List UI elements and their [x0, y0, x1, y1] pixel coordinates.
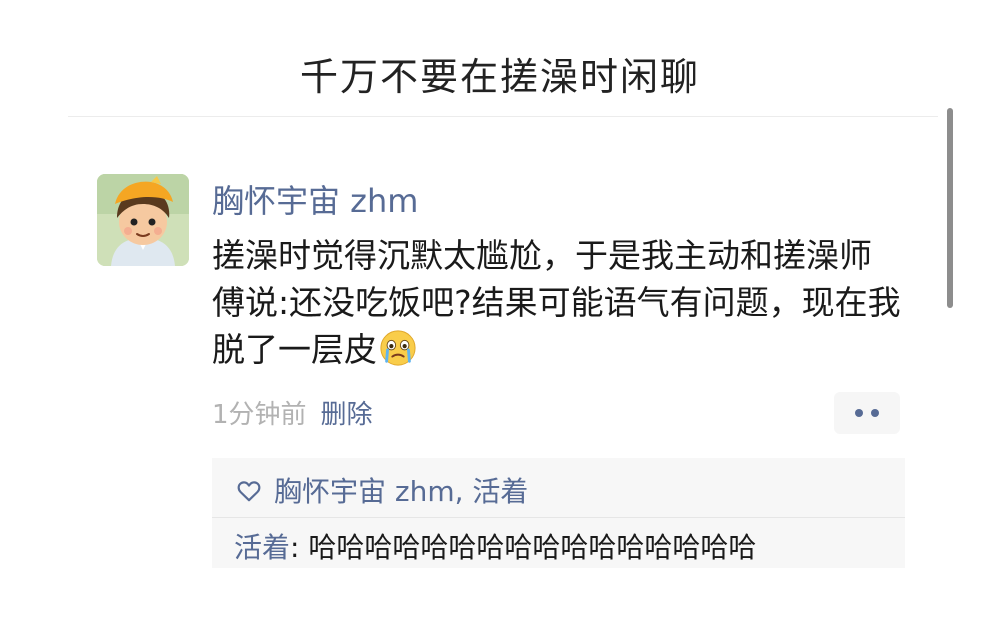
likes-names[interactable]: 胸怀宇宙 zhm, 活着 [274, 475, 528, 508]
avatar-illustration-icon [97, 174, 189, 266]
post-text: 搓澡时觉得沉默太尴尬，于是我主动和搓澡师傅说:还没吃饭吧?结果可能语气有问题，现… [212, 236, 901, 369]
scrollbar[interactable] [947, 108, 953, 308]
comment-item[interactable]: 活着: 哈哈哈哈哈哈哈哈哈哈哈哈哈哈哈哈 [234, 526, 756, 566]
comment-author[interactable]: 活着 [234, 531, 290, 564]
post-meta: 1分钟前 删除 [212, 394, 373, 431]
comments-divider [212, 517, 905, 518]
post-author-name[interactable]: 胸怀宇宙 zhm [212, 176, 418, 222]
avatar[interactable] [97, 174, 189, 266]
post-time: 1分钟前 [212, 400, 307, 430]
comment-text: 哈哈哈哈哈哈哈哈哈哈哈哈哈哈哈哈 [308, 531, 757, 564]
comment-separator: : [290, 531, 309, 564]
delete-link[interactable]: 删除 [321, 400, 373, 430]
crying-face-icon [380, 330, 416, 366]
more-actions-button[interactable] [834, 392, 900, 434]
more-dot-icon [871, 409, 879, 417]
post-content: 搓澡时觉得沉默太尴尬，于是我主动和搓澡师傅说:还没吃饭吧?结果可能语气有问题，现… [212, 232, 902, 373]
more-dot-icon [855, 409, 863, 417]
heart-outline-icon [237, 481, 261, 502]
likes-row: 胸怀宇宙 zhm, 活着 [236, 470, 528, 510]
page-title: 千万不要在搓澡时闲聊 [299, 55, 700, 99]
header-divider [68, 116, 938, 117]
comments-panel: 胸怀宇宙 zhm, 活着 活着: 哈哈哈哈哈哈哈哈哈哈哈哈哈哈哈哈 [212, 458, 905, 568]
